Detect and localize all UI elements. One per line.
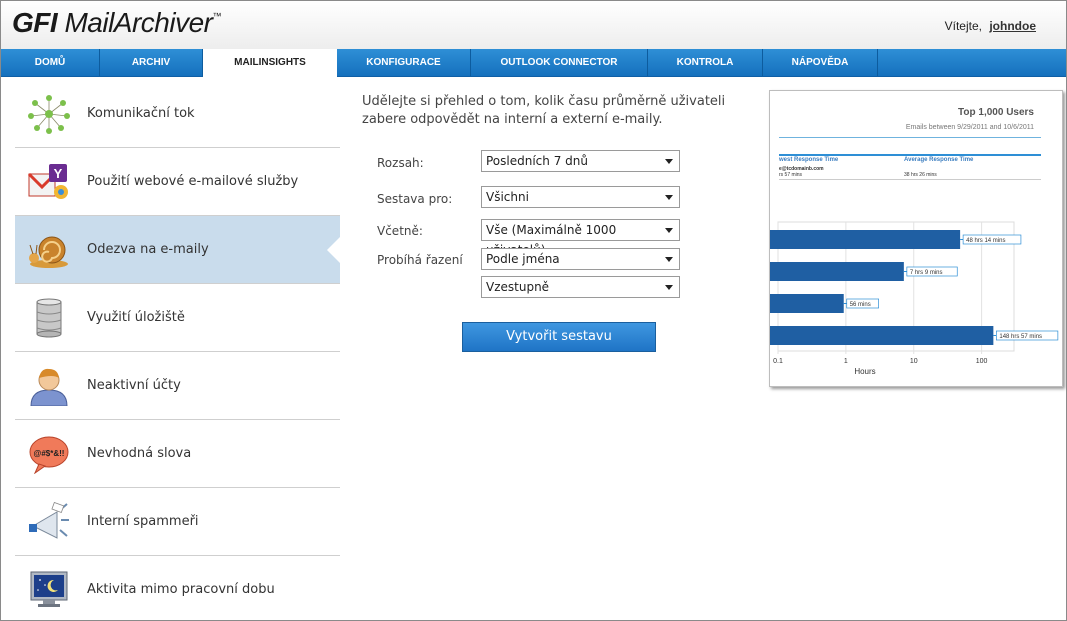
sidebar: Komunikační tok Y Použití webové e-mailo… (15, 80, 341, 620)
sidebar-item-communication-flow[interactable]: Komunikační tok (15, 80, 340, 148)
sidebar-item-label: Nevhodná slova (87, 446, 192, 461)
megaphone-icon (29, 502, 69, 539)
welcome-text: Vítejte, johndoe (945, 19, 1036, 33)
sidebar-item-inappropriate-words[interactable]: @#$*&!! Nevhodná slova (15, 420, 340, 488)
logo: GFI MailArchiver™ (12, 7, 221, 38)
sidebar-item-label: Odezva na e-maily (87, 242, 209, 257)
sidebar-item-inactive-accounts[interactable]: Neaktivní účty (15, 352, 340, 420)
sidebar-item-label: Využití úložiště (87, 310, 185, 325)
sidebar-item-storage-usage[interactable]: Využití úložiště (15, 284, 340, 352)
response-time-chart: 0.1 1 10 100 Hours 48 hrs 14 mins 7 hrs 9 mins… (770, 221, 1059, 376)
username-link[interactable]: johndoe (989, 19, 1036, 33)
chart-x-axis-label: Hours (854, 367, 875, 376)
sidebar-item-after-hours-activity[interactable]: Aktivita mimo pracovní dobu (15, 556, 340, 620)
sort-label: Probíhá řazení (377, 253, 463, 267)
divider (779, 179, 1041, 180)
sidebar-item-label: Aktivita mimo pracovní dobu (87, 582, 275, 597)
tab-archive[interactable]: Archiv (100, 49, 203, 76)
tab-help[interactable]: Nápověda (763, 49, 878, 76)
report-for-select[interactable]: Všichni (481, 186, 680, 208)
chart-bar (770, 230, 961, 249)
range-select[interactable]: Posledních 7 dnů (481, 150, 680, 172)
chevron-down-icon (665, 228, 673, 233)
sort-by-select-value: Podle jména (486, 252, 560, 266)
chevron-down-icon (665, 159, 673, 164)
sidebar-item-label: Komunikační tok (87, 106, 195, 121)
divider (779, 154, 1041, 156)
welcome-label: Vítejte, (944, 19, 982, 33)
svg-text:Y: Y (54, 166, 63, 181)
tab-configuration[interactable]: Konfigurace (337, 49, 471, 76)
tab-outlook-connector[interactable]: Outlook Connector (471, 49, 648, 76)
report-description: Udělejte si přehled o tom, kolik času pr… (362, 94, 726, 127)
chart-bar (770, 262, 904, 281)
preview-subtitle: Emails between 9/29/2011 and 10/6/2011 (905, 124, 1034, 131)
preview-col2-header: Average Response Time (904, 157, 974, 163)
including-label: Včetně: (377, 224, 423, 238)
tab-home[interactable]: Domů (1, 49, 100, 76)
range-label: Rozsah: (377, 156, 424, 170)
svg-text:@#$*&!!: @#$*&!! (34, 449, 65, 458)
chevron-down-icon (665, 195, 673, 200)
night-monitor-icon (30, 571, 68, 607)
header: GFI MailArchiver™ Vítejte, johndoe (1, 1, 1066, 49)
sidebar-item-label: Neaktivní účty (87, 378, 181, 393)
sidebar-item-email-response[interactable]: Odezva na e-maily (15, 216, 341, 284)
user-icon (30, 368, 68, 406)
report-preview: Top 1,000 Users Emails between 9/29/2011… (769, 90, 1063, 387)
preview-col1-header: west Response Time (779, 157, 839, 163)
report-for-label: Sestava pro: (377, 192, 453, 206)
speech-bubble-icon: @#$*&!! (29, 436, 69, 474)
chart-data-label: 48 hrs 14 mins (966, 238, 1005, 244)
chart-data-label: 148 hrs 57 mins (999, 334, 1042, 340)
snail-icon (29, 236, 68, 268)
communication-flow-icon (28, 95, 70, 134)
chart-bar (770, 326, 994, 345)
divider (779, 137, 1041, 138)
sort-by-select[interactable]: Podle jména (481, 248, 680, 270)
app-window: GFI MailArchiver™ Vítejte, johndoe Domů … (0, 0, 1067, 621)
webmail-icon: Y (27, 164, 68, 199)
sort-order-select-value: Vzestupně (486, 280, 550, 294)
create-report-button[interactable]: Vytvořit sestavu (462, 322, 656, 352)
preview-col1-value2: rs 57 mins (779, 172, 803, 178)
tab-mailinsights[interactable]: MailInsights (203, 49, 337, 77)
report-for-select-value: Všichni (486, 190, 529, 204)
sidebar-item-label: Interní spammeři (87, 514, 199, 529)
sidebar-item-label: Použití webové e-mailové služby (87, 174, 299, 189)
chart-data-label: 7 hrs 9 mins (910, 270, 943, 276)
sort-order-select[interactable]: Vzestupně (481, 276, 680, 298)
tab-audit[interactable]: Kontrola (648, 49, 763, 76)
chart-tick-label: 0.1 (773, 358, 783, 365)
sidebar-item-internal-spammers[interactable]: Interní spammeři (15, 488, 340, 556)
preview-col2-value: 38 hrs 26 mins (904, 172, 937, 178)
sidebar-item-webmail[interactable]: Y Použití webové e-mailové služby (15, 148, 340, 216)
including-select[interactable]: Vše (Maximálně 1000 uživatelů) (481, 219, 680, 257)
chart-tick-label: 10 (910, 358, 918, 365)
chart-tick-label: 100 (976, 358, 988, 365)
chart-data-label: 56 mins (850, 302, 871, 308)
main-nav: Domů Archiv MailInsights Konfigurace Out… (1, 49, 1066, 77)
chevron-down-icon (665, 285, 673, 290)
range-select-value: Posledních 7 dnů (486, 154, 588, 168)
preview-title: Top 1,000 Users (958, 107, 1034, 118)
chart-tick-label: 1 (844, 358, 848, 365)
chart-bar (770, 294, 844, 313)
chevron-down-icon (665, 257, 673, 262)
database-icon (36, 298, 62, 338)
